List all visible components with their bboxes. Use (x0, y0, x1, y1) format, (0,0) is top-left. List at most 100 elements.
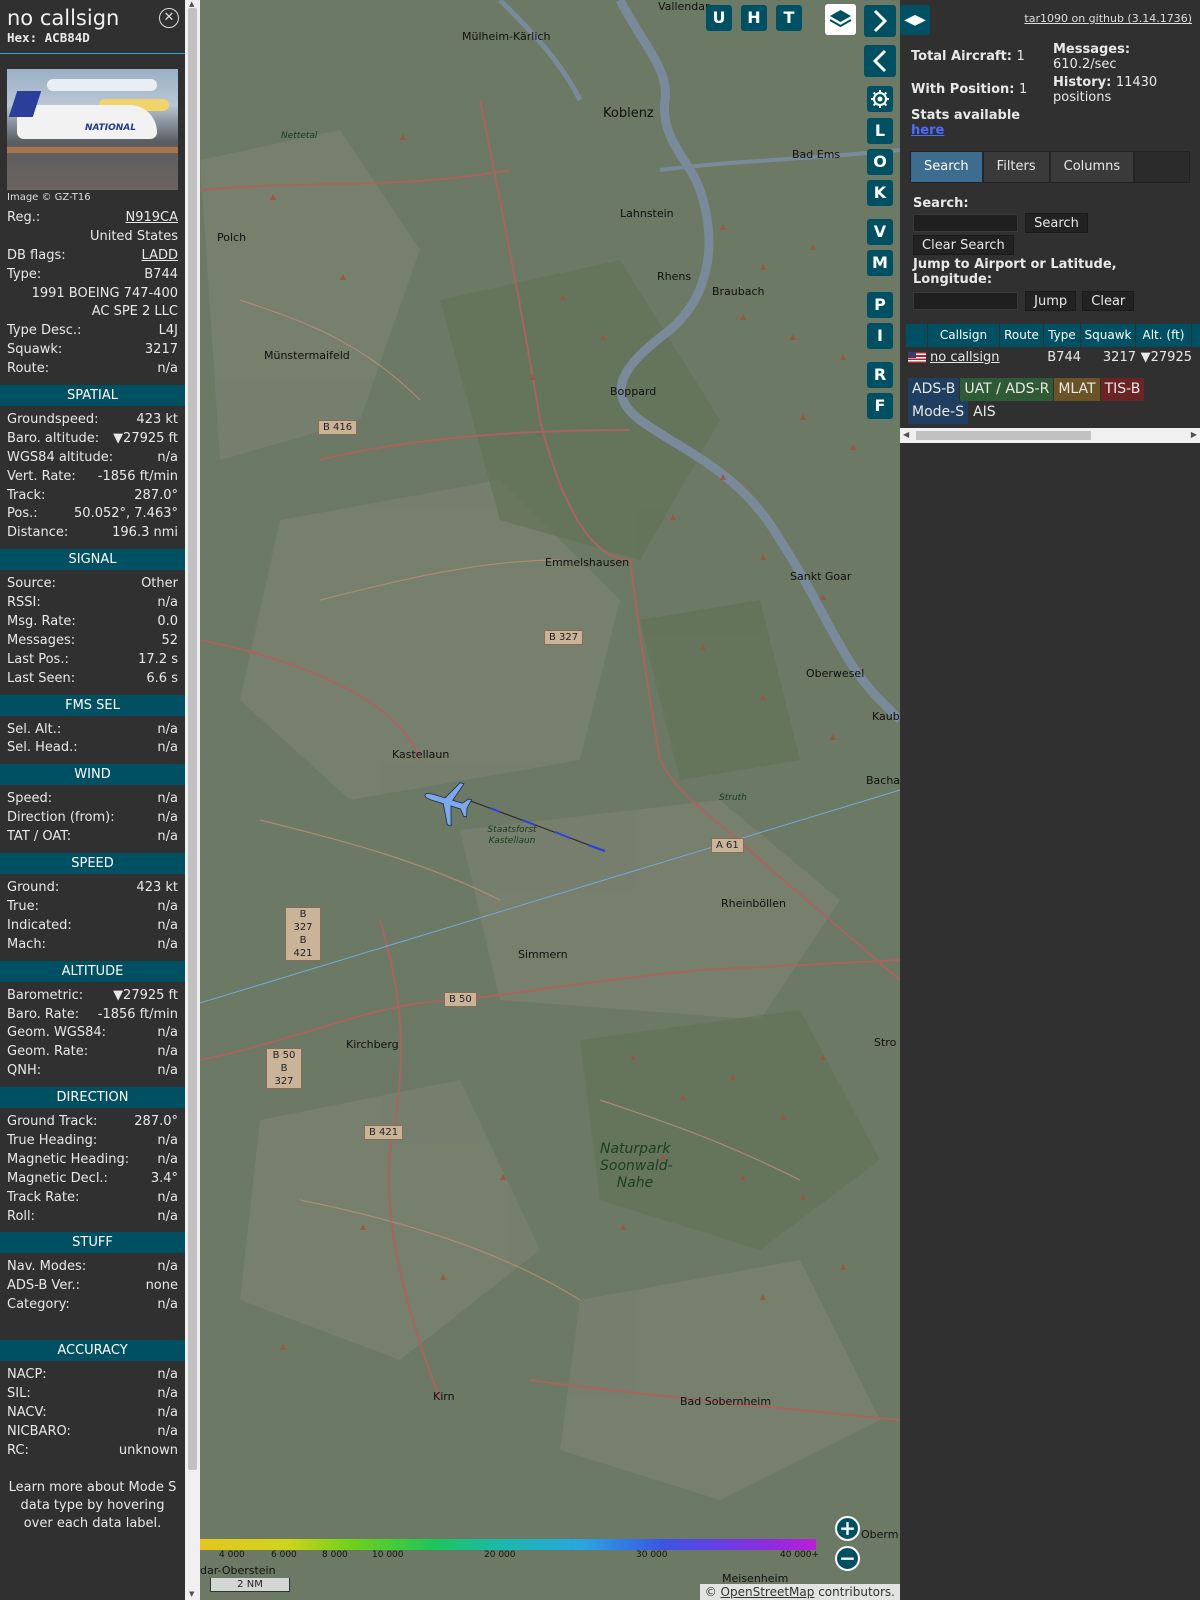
clear-search-button[interactable]: Clear Search (913, 235, 1014, 255)
table-horizontal-scrollbar[interactable]: ◀ ▶ (900, 428, 1200, 443)
col-alt[interactable]: Alt. (ft) (1136, 324, 1192, 347)
zoom-in-icon[interactable]: + (835, 1516, 860, 1541)
tab-columns[interactable]: Columns (1050, 152, 1134, 182)
info-label[interactable]: NACP: (7, 1366, 47, 1385)
panel-width-toggle-icon[interactable]: ◀▶ (900, 5, 930, 35)
info-label[interactable]: NACV: (7, 1404, 47, 1423)
info-label[interactable]: Sel. Alt.: (7, 721, 61, 740)
toggle-k-button[interactable]: K (867, 180, 893, 206)
col-callsign[interactable]: Callsign (928, 324, 1000, 347)
scroll-right-icon[interactable]: ▶ (1191, 430, 1197, 439)
layers-icon[interactable] (825, 4, 856, 35)
source-badge[interactable]: TIS-B (1100, 378, 1145, 401)
info-row: Baro. altitude: ▼27925 ft (0, 430, 185, 449)
info-label[interactable]: Baro. altitude: (7, 430, 99, 449)
info-label[interactable]: Category: (7, 1296, 70, 1315)
col-route[interactable]: Route (1000, 324, 1044, 347)
github-link[interactable]: tar1090 on github (3.14.1736) (1024, 12, 1192, 25)
info-label[interactable]: Indicated: (7, 917, 72, 936)
reg-link[interactable]: N919CA (125, 209, 178, 228)
toggle-h-button[interactable]: H (741, 5, 767, 31)
info-label[interactable]: RC: (7, 1442, 29, 1461)
table-header: Callsign Route Type Squawk Alt. (ft) (906, 324, 1200, 347)
collapse-left-icon[interactable] (864, 45, 896, 77)
toggle-l-button[interactable]: L (867, 118, 893, 144)
info-label[interactable]: Geom. WGS84: (7, 1024, 106, 1043)
toggle-r-button[interactable]: R (867, 362, 893, 388)
col-squawk[interactable]: Squawk (1081, 324, 1136, 347)
info-label[interactable]: Messages: (7, 632, 75, 651)
toggle-i-button[interactable]: I (867, 323, 893, 349)
source-badge[interactable]: MLAT (1054, 378, 1100, 401)
info-label[interactable]: Barometric: (7, 987, 83, 1006)
row-callsign[interactable]: no callsign (930, 350, 1000, 365)
scroll-down-icon[interactable]: ▼ (189, 1590, 194, 1598)
info-label[interactable]: Baro. Rate: (7, 1006, 79, 1025)
info-label[interactable]: Last Pos.: (7, 651, 69, 670)
close-icon[interactable]: ✕ (159, 8, 179, 28)
search-input[interactable] (913, 214, 1018, 232)
info-label[interactable]: Geom. Rate: (7, 1043, 88, 1062)
jump-input[interactable] (913, 292, 1018, 310)
info-label[interactable]: True: (7, 898, 39, 917)
toggle-p-button[interactable]: P (867, 292, 893, 318)
scroll-up-icon[interactable]: ▲ (189, 0, 194, 8)
tab-filters[interactable]: Filters (983, 152, 1049, 182)
info-label[interactable]: ADS-B Ver.: (7, 1277, 80, 1296)
info-label[interactable]: Last Seen: (7, 670, 75, 689)
info-label[interactable]: Mach: (7, 936, 46, 955)
table-row[interactable]: no callsign B744 3217 ▼27925 (906, 347, 1200, 369)
info-label[interactable]: Vert. Rate: (7, 468, 76, 487)
source-badge[interactable]: ADS-B (908, 378, 960, 401)
toggle-v-button[interactable]: V (867, 219, 893, 245)
scrollbar-thumb[interactable] (188, 8, 197, 1470)
info-label[interactable]: SIL: (7, 1385, 31, 1404)
info-label[interactable]: Roll: (7, 1208, 35, 1227)
clear-jump-button[interactable]: Clear (1082, 291, 1135, 311)
hscroll-thumb[interactable] (916, 431, 1091, 440)
info-label[interactable]: Track: (7, 487, 45, 506)
toggle-t-button[interactable]: T (776, 5, 802, 31)
source-badge[interactable]: AIS (969, 401, 1000, 424)
map-view[interactable]: Vallendar Mülheim-Kärlich Koblenz Bad Em… (200, 0, 900, 1600)
info-label[interactable]: Distance: (7, 524, 68, 543)
scroll-left-icon[interactable]: ◀ (903, 430, 909, 439)
info-label[interactable]: Nav. Modes: (7, 1258, 86, 1277)
info-label[interactable]: QNH: (7, 1062, 41, 1081)
zoom-out-icon[interactable]: − (835, 1546, 860, 1571)
aircraft-photo[interactable]: NATIONAL (7, 69, 178, 190)
stats-link[interactable]: here (911, 123, 944, 138)
info-label[interactable]: WGS84 altitude: (7, 449, 113, 468)
source-badge[interactable]: Mode-S (908, 401, 969, 424)
info-label[interactable]: RSSI: (7, 594, 41, 613)
tab-search[interactable]: Search (911, 152, 982, 182)
info-label[interactable]: NICBARO: (7, 1423, 71, 1442)
expand-right-icon[interactable] (864, 5, 896, 37)
toggle-m-button[interactable]: M (867, 250, 893, 276)
source-badge[interactable]: UAT / ADS-R (960, 378, 1054, 401)
jump-button[interactable]: Jump (1025, 291, 1077, 311)
info-label[interactable]: True Heading: (7, 1132, 97, 1151)
osm-link[interactable]: OpenStreetMap (721, 1585, 815, 1599)
info-label[interactable]: Speed: (7, 790, 52, 809)
info-label[interactable]: Groundspeed: (7, 411, 98, 430)
info-label[interactable]: Magnetic Decl.: (7, 1170, 108, 1189)
info-label[interactable]: Direction (from): (7, 809, 115, 828)
search-button[interactable]: Search (1025, 213, 1088, 233)
col-type[interactable]: Type (1044, 324, 1081, 347)
dbflags-link[interactable]: LADD (142, 247, 178, 266)
info-label[interactable]: Track Rate: (7, 1189, 79, 1208)
toggle-o-button[interactable]: O (867, 149, 893, 175)
info-label[interactable]: Ground: (7, 879, 59, 898)
info-label[interactable]: TAT / OAT: (7, 828, 71, 847)
info-label[interactable]: Ground Track: (7, 1113, 97, 1132)
info-label[interactable]: Source: (7, 575, 56, 594)
toggle-u-button[interactable]: U (706, 5, 732, 31)
info-label[interactable]: Pos.: (7, 505, 38, 524)
info-label[interactable]: Sel. Head.: (7, 739, 78, 758)
info-label[interactable]: Msg. Rate: (7, 613, 76, 632)
sidebar-scrollbar[interactable]: ▲ ▼ (185, 0, 200, 1600)
toggle-f-button[interactable]: F (867, 393, 893, 419)
settings-gear-icon[interactable] (867, 86, 893, 112)
info-label[interactable]: Magnetic Heading: (7, 1151, 129, 1170)
